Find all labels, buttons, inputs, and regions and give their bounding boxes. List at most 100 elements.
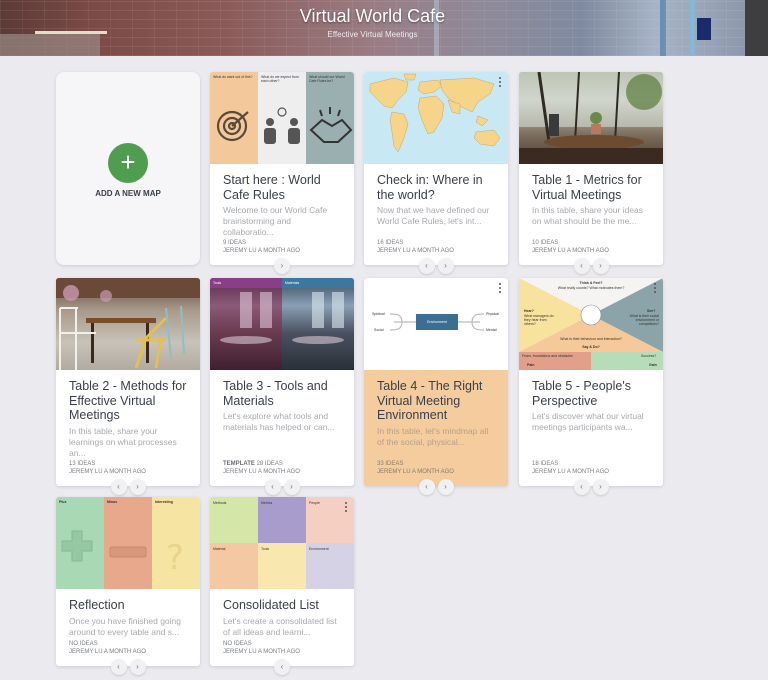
thumbnail-label: Pain <box>527 363 535 367</box>
map-title[interactable]: Table 4 - The Right Virtual Meeting Envi… <box>377 379 495 423</box>
map-card[interactable]: Check in: Where in the world? Now that w… <box>364 72 508 274</box>
next-button[interactable]: › <box>437 479 454 495</box>
map-description: Welcome to our World Cafe brainstorming … <box>223 205 328 237</box>
author-time: JEREMY LU A MONTH AGO <box>377 469 454 475</box>
thumbnail-label: Think & Feel? <box>579 281 603 285</box>
author-time: JEREMY LU A MONTH AGO <box>532 248 609 254</box>
map-meta: 16 IDEAS JEREMY LU A MONTH AGO <box>377 239 454 255</box>
map-title[interactable]: Consolidated List <box>223 598 341 613</box>
next-button[interactable]: › <box>283 479 300 495</box>
map-description: Once you have finished going around to e… <box>69 615 181 637</box>
map-description: In this table, let's mindmap all of the … <box>377 425 489 447</box>
author-time: JEREMY LU A MONTH AGO <box>223 649 300 655</box>
more-options-icon[interactable] <box>654 283 658 295</box>
card-nav: ‹ › <box>519 479 663 495</box>
add-new-map-label: ADD A NEW MAP <box>95 189 161 198</box>
template-badge: TEMPLATE <box>223 461 255 467</box>
page-subtitle: Effective Virtual Meetings <box>327 30 418 39</box>
more-options-icon[interactable] <box>499 77 503 89</box>
prev-button[interactable]: ‹ <box>264 479 281 495</box>
author-time: JEREMY LU A MONTH AGO <box>69 649 146 655</box>
world-map-icon <box>369 73 501 153</box>
more-options-icon[interactable] <box>345 502 349 514</box>
thumbnail-label: What is their social environment or comp… <box>629 314 659 326</box>
prev-button[interactable]: ‹ <box>418 258 435 274</box>
map-card[interactable]: Tools Materials Table 3 - Tools and Mate… <box>210 278 354 495</box>
map-title[interactable]: Table 5 - People's Perspective <box>532 379 650 408</box>
next-button[interactable]: › <box>274 258 290 274</box>
svg-text:?: ? <box>166 538 184 578</box>
card-nav: ‹ › <box>56 479 200 495</box>
map-description: In this table, share your learnings on w… <box>69 425 177 458</box>
thumbnail-label: What is their behaviour and interaction? <box>560 337 622 341</box>
map-title[interactable]: Table 3 - Tools and Materials <box>223 379 341 408</box>
map-title[interactable]: Check in: Where in the world? <box>377 173 495 202</box>
idea-count: 13 IDEAS <box>69 461 96 467</box>
prev-button[interactable]: ‹ <box>274 659 290 675</box>
next-button[interactable]: › <box>129 659 146 675</box>
thumbnail-column-label: People <box>309 501 320 505</box>
add-new-map-card[interactable]: + ADD A NEW MAP <box>56 72 200 265</box>
next-button[interactable]: › <box>437 258 454 274</box>
plus-icon[interactable]: + <box>108 143 148 183</box>
idea-count: 33 IDEAS <box>377 461 404 467</box>
header-banner: Virtual World Cafe Effective Virtual Mee… <box>0 0 745 56</box>
prev-button[interactable]: ‹ <box>110 479 127 495</box>
map-title[interactable]: Reflection <box>69 598 187 613</box>
header-edge <box>745 0 768 56</box>
prev-button[interactable]: ‹ <box>418 479 435 495</box>
map-card[interactable]: What do want out of this? What do we exp… <box>210 72 354 274</box>
author-time: JEREMY LU A MONTH AGO <box>69 469 146 475</box>
thumbnail-column-label: Tools <box>261 547 270 551</box>
map-card[interactable]: Table 1 - Metrics for Virtual Meetings I… <box>519 72 663 274</box>
mindmap-diagram <box>389 313 485 331</box>
prev-button[interactable]: ‹ <box>573 479 590 495</box>
thumbnail-column-label: Methods <box>213 501 227 505</box>
thumbnail-label: Hear? <box>524 309 534 313</box>
map-title[interactable]: Start here : World Cafe Rules <box>223 173 341 202</box>
map-card[interactable]: Methods Metrics People Material Tools En… <box>210 497 354 675</box>
map-card[interactable]: Plus Minus Interesting ? Reflection Once… <box>56 497 200 675</box>
next-button[interactable]: › <box>592 479 609 495</box>
thumbnail-label: What managers do they hear from others? <box>524 314 554 326</box>
author-time: JEREMY LU A MONTH AGO <box>223 248 300 254</box>
map-card[interactable]: Table 2 - Methods for Effective Virtual … <box>56 278 200 495</box>
map-card[interactable]: Think & Feel? What really counts? What m… <box>519 278 663 495</box>
next-button[interactable]: › <box>129 479 146 495</box>
map-title[interactable]: Table 1 - Metrics for Virtual Meetings <box>532 173 650 202</box>
card-nav: ‹ › <box>364 479 508 495</box>
prev-button[interactable]: ‹ <box>110 659 127 675</box>
map-title[interactable]: Table 2 - Methods for Effective Virtual … <box>69 379 187 423</box>
cafe-chairs-photo <box>56 278 200 370</box>
map-thumbnail: Think & Feel? What really counts? What m… <box>519 278 663 370</box>
card-nav: ‹ › <box>210 479 354 495</box>
cafe-windows-photo <box>220 292 344 344</box>
map-thumbnail: What do want out of this? What do we exp… <box>210 72 354 164</box>
prev-button[interactable]: ‹ <box>573 258 590 274</box>
map-meta: TEMPLATE 28 IDEAS JEREMY LU A MONTH AGO <box>223 460 300 476</box>
plus-minus-question-icons: ? <box>61 530 184 578</box>
map-description: Let's explore what tools and materials h… <box>223 411 335 432</box>
map-meta: NO IDEAS JEREMY LU A MONTH AGO <box>69 640 146 656</box>
thumbnail-label: Success? <box>641 354 657 358</box>
thumbnail-label: See? <box>647 309 656 313</box>
map-meta: 33 IDEAS JEREMY LU A MONTH AGO <box>377 460 454 476</box>
thumbnail-label: Fears, frustrations and obstacles <box>522 354 573 358</box>
next-button[interactable]: › <box>592 258 609 274</box>
map-meta: 9 IDEAS JEREMY LU A MONTH AGO <box>223 239 300 255</box>
mindmap-node: Spiritual <box>372 312 385 316</box>
more-options-icon[interactable] <box>499 283 503 295</box>
map-thumbnail: Plus Minus Interesting ? <box>56 497 200 589</box>
map-thumbnail: Tools Materials <box>210 278 354 370</box>
map-description: Now that we have defined our World Cafe … <box>377 205 490 226</box>
card-nav: ‹ <box>210 659 354 675</box>
map-card-selected[interactable]: Environment Spiritual Social Physical Me… <box>364 278 508 495</box>
page-title: Virtual World Cafe <box>299 6 446 26</box>
author-time: JEREMY LU A MONTH AGO <box>377 248 454 254</box>
map-thumbnail: Methods Metrics People Material Tools En… <box>210 497 354 589</box>
thumbnail-column-label: Environment <box>309 547 329 551</box>
card-nav: › <box>210 258 354 274</box>
card-nav: ‹ › <box>364 258 508 274</box>
map-meta: 18 IDEAS JEREMY LU A MONTH AGO <box>532 460 609 476</box>
card-nav: ‹ › <box>56 659 200 675</box>
